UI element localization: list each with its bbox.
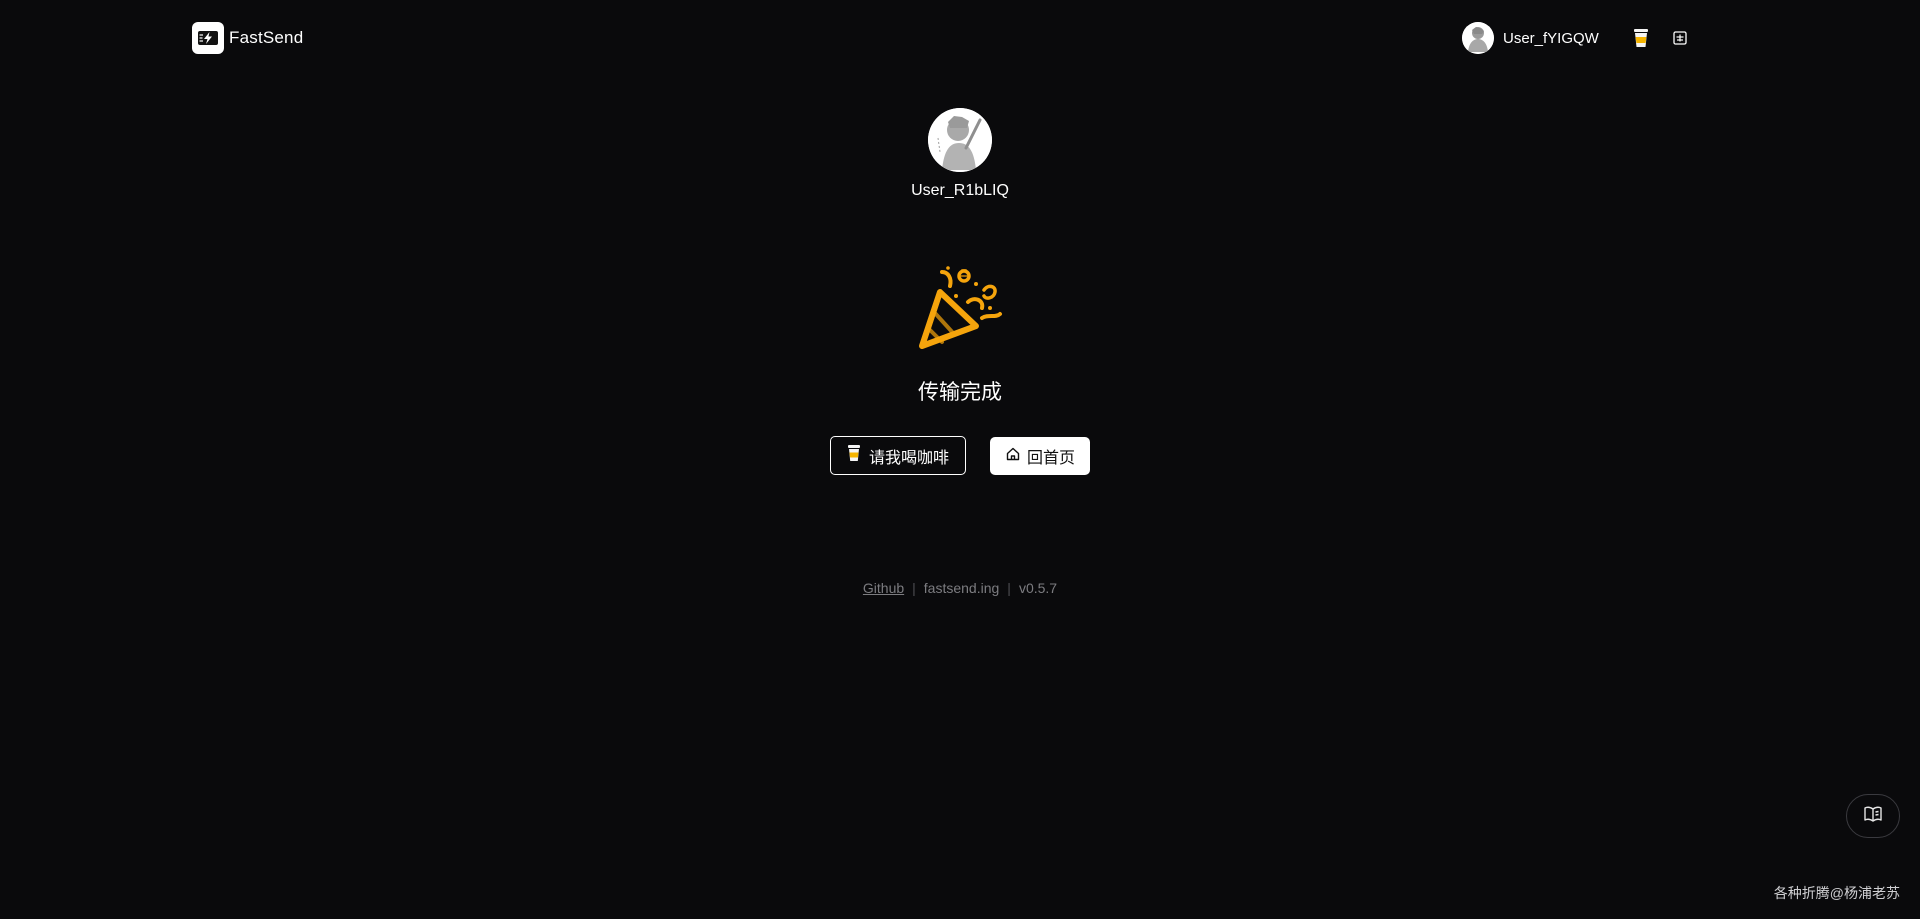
home-icon (1005, 446, 1021, 467)
transfer-complete-text: 传输完成 (918, 381, 1002, 404)
peer-name: User_R1bLIQ (911, 182, 1009, 199)
book-icon (1863, 805, 1883, 828)
back-home-label: 回首页 (1026, 450, 1075, 467)
back-home-button[interactable]: 回首页 (990, 437, 1090, 475)
lightning-bolt-icon (192, 22, 224, 54)
footer-domain: fastsend.ing (923, 580, 1000, 596)
buy-me-coffee-button[interactable]: 请我喝咖啡 (830, 436, 966, 475)
footer-version: v0.5.7 (1018, 580, 1058, 596)
github-link[interactable]: Github (863, 580, 904, 596)
buy-me-coffee-label: 请我喝咖啡 (868, 449, 949, 467)
footer-divider: | (1007, 580, 1011, 596)
footer-divider: | (912, 580, 916, 596)
translate-icon[interactable] (1670, 28, 1690, 48)
party-popper-icon (912, 262, 1008, 358)
user-menu: User_fYIGQW (1462, 22, 1690, 54)
app-name: FastSend (229, 28, 304, 47)
coffee-cup-icon (847, 444, 861, 467)
coffee-cup-icon[interactable] (1629, 26, 1653, 50)
user-avatar[interactable] (1462, 22, 1494, 54)
peer-avatar (928, 108, 992, 172)
watermark: 各种折腾@杨浦老苏 (1773, 885, 1900, 901)
username[interactable]: User_fYIGQW (1503, 30, 1599, 47)
footer: Github | fastsend.ing | v0.5.7 (760, 580, 1160, 596)
app-logo[interactable]: FastSend (192, 22, 303, 54)
docs-button[interactable] (1846, 794, 1900, 838)
